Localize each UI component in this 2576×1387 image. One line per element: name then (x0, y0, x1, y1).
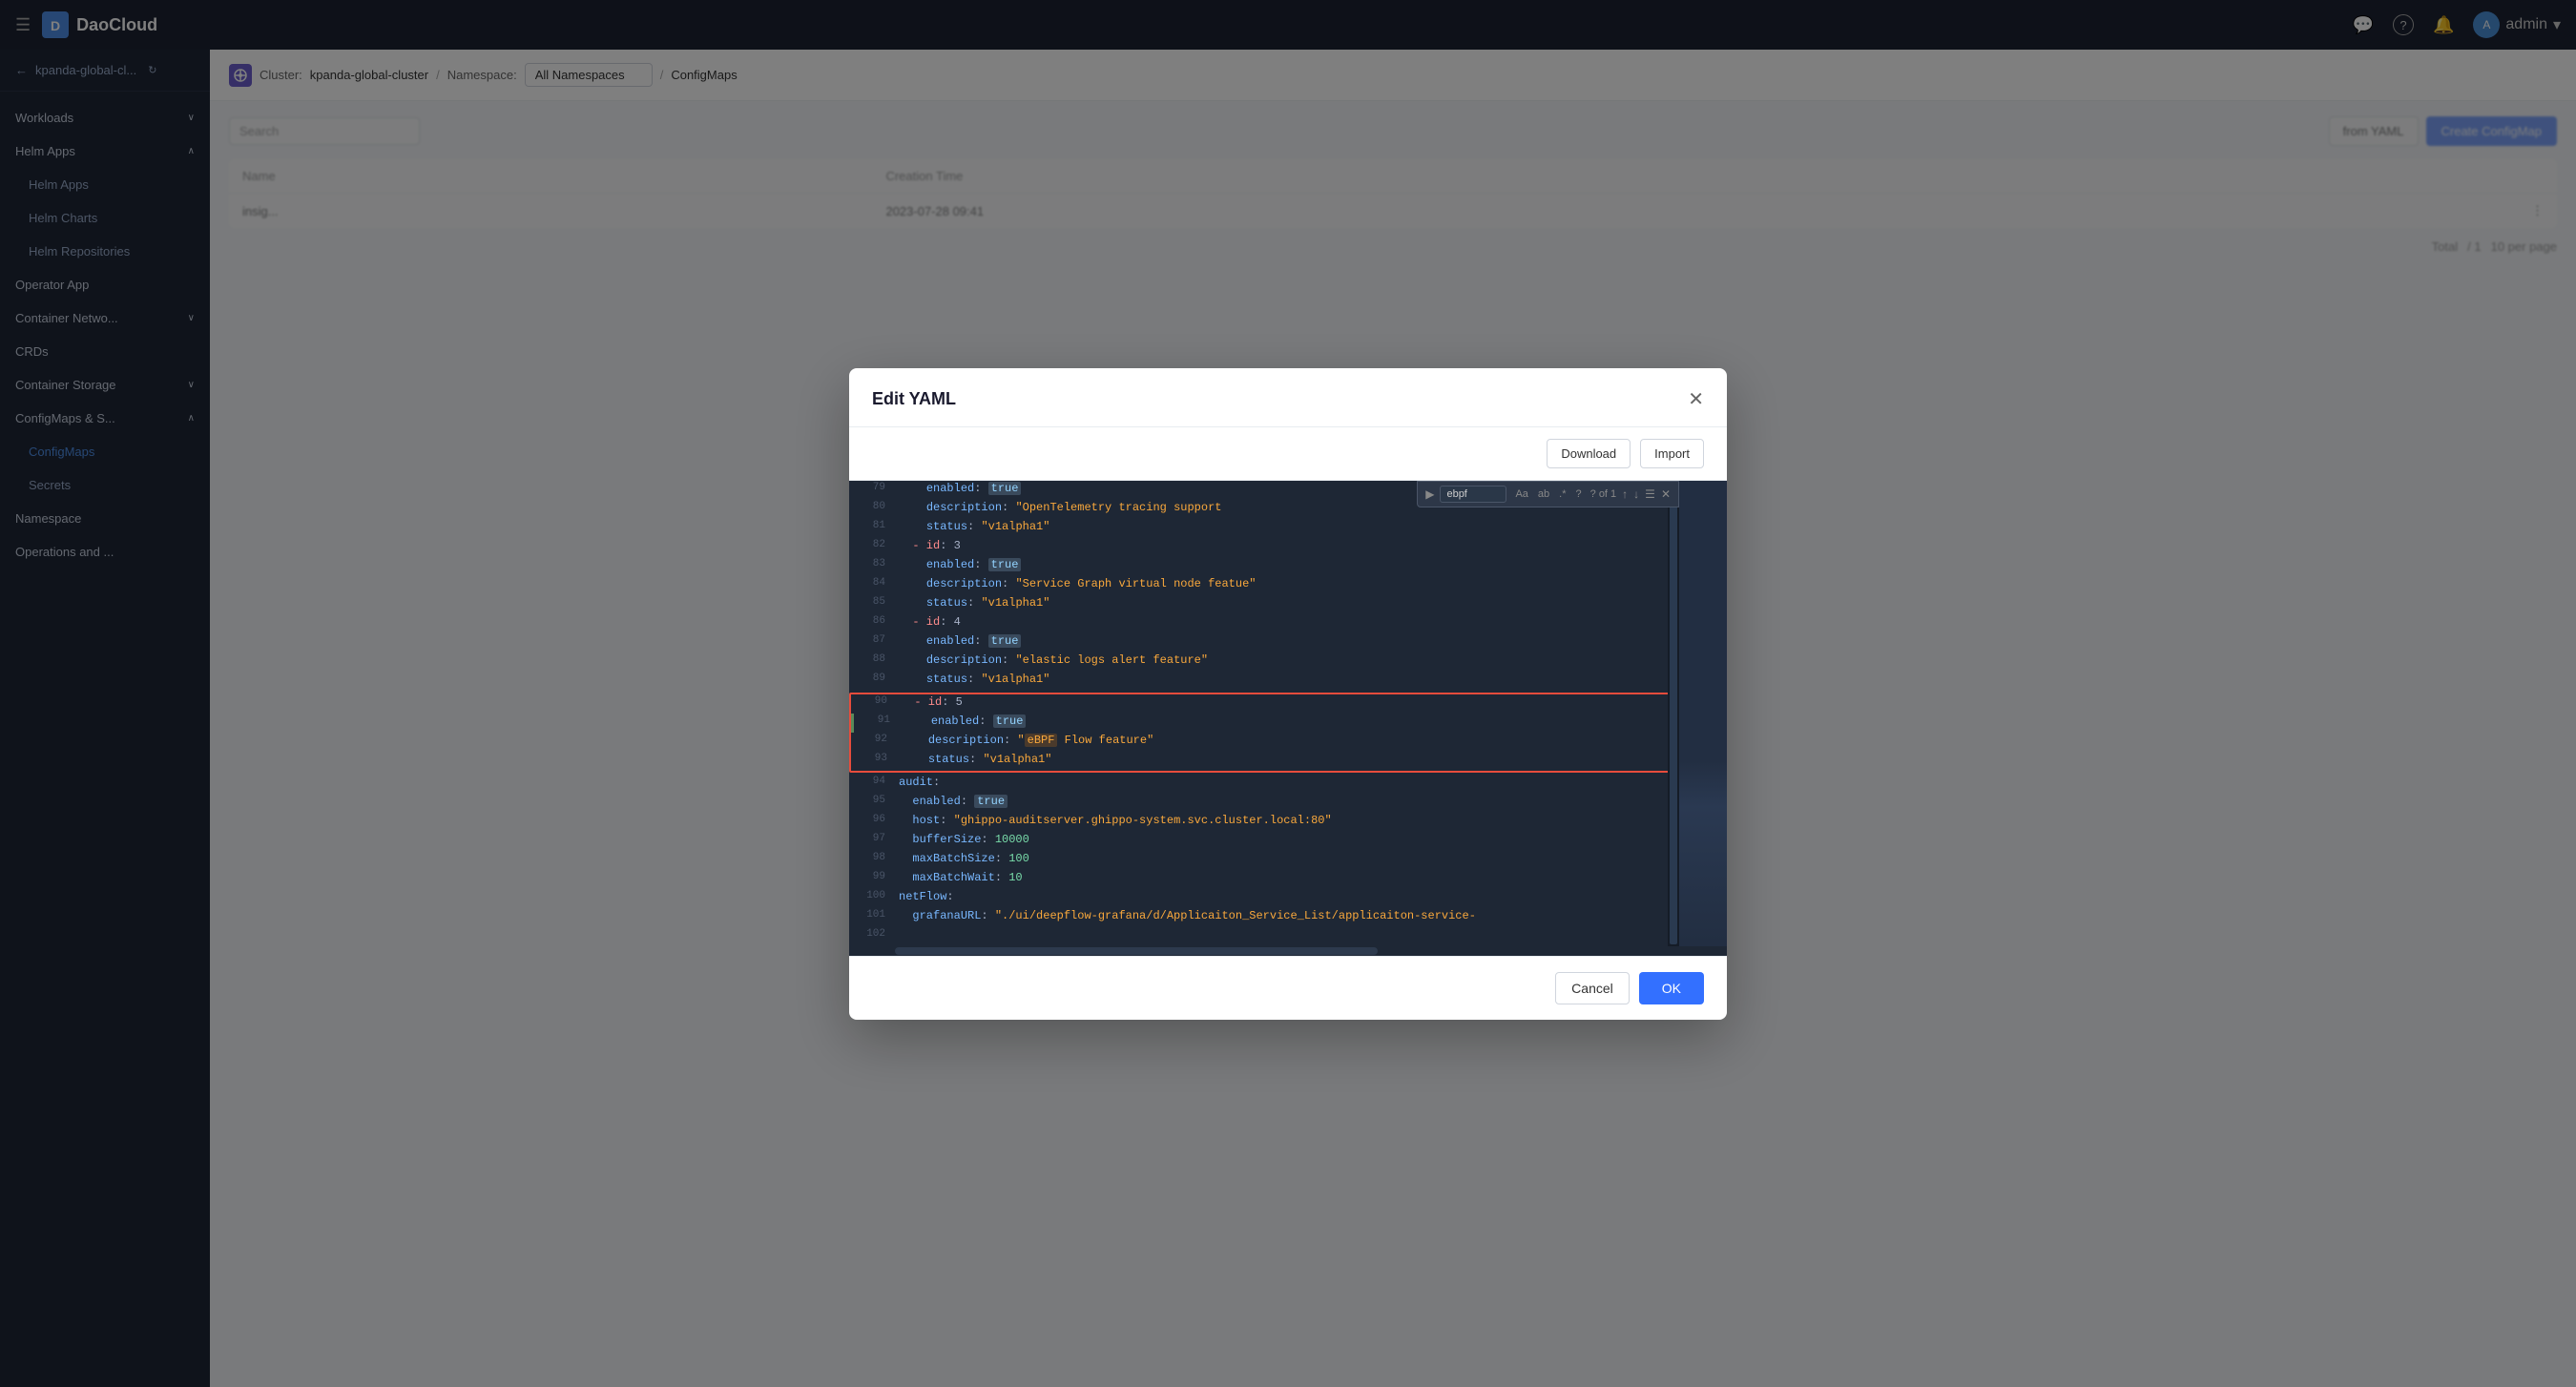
ok-button[interactable]: OK (1639, 972, 1704, 1004)
code-line-82: 82 - id: 3 (849, 538, 1679, 557)
code-editor-area: ▶ Aa ab .* ? ? of 1 ↑ ↓ ☰ ✕ (849, 481, 1727, 946)
modal-overlay[interactable]: Edit YAML ✕ Download Import ▶ Aa ab .* ? (0, 0, 2576, 1387)
code-line-81: 81 status: "v1alpha1" (849, 519, 1679, 538)
editor-minimap[interactable] (1668, 481, 1679, 946)
code-editor[interactable]: ▶ Aa ab .* ? ? of 1 ↑ ↓ ☰ ✕ (849, 481, 1679, 946)
case-sensitive-option[interactable]: Aa (1512, 487, 1530, 501)
search-next-icon[interactable]: ↓ (1633, 487, 1639, 501)
code-line-87: 87 enabled: true (849, 633, 1679, 652)
horizontal-scrollbar[interactable] (849, 946, 1727, 956)
modal-close-button[interactable]: ✕ (1688, 387, 1704, 411)
code-line-89: 89 status: "v1alpha1" (849, 672, 1679, 691)
code-line-83: 83 enabled: true (849, 557, 1679, 576)
search-input-field[interactable] (1440, 486, 1506, 503)
modal-header: Edit YAML ✕ (849, 368, 1727, 427)
code-line-93: 93 status: "v1alpha1" (851, 752, 1673, 771)
code-line-86: 86 - id: 4 (849, 614, 1679, 633)
code-line-88: 88 description: "elastic logs alert feat… (849, 652, 1679, 672)
code-line-102: 102 (849, 927, 1679, 946)
code-line-92: 92 description: "eBPF Flow feature" (851, 733, 1673, 752)
code-line-85: 85 status: "v1alpha1" (849, 595, 1679, 614)
code-line-91: 91 enabled: true (851, 714, 1673, 733)
download-button[interactable]: Download (1547, 439, 1631, 468)
code-content[interactable]: 79 enabled: true 80 description: "OpenTe… (849, 481, 1679, 946)
cancel-button[interactable]: Cancel (1555, 972, 1630, 1004)
modal-toolbar: Download Import (849, 427, 1727, 481)
code-line-97: 97 bufferSize: 10000 (849, 832, 1679, 851)
code-line-100: 100 netFlow: (849, 889, 1679, 908)
code-line-95: 95 enabled: true (849, 794, 1679, 813)
modal-title: Edit YAML (872, 389, 956, 409)
word-option[interactable]: ab (1535, 487, 1552, 501)
code-line-96: 96 host: "ghippo-auditserver.ghippo-syst… (849, 813, 1679, 832)
search-close-icon[interactable]: ✕ (1661, 487, 1671, 501)
code-line-84: 84 description: "Service Graph virtual n… (849, 576, 1679, 595)
code-minimap (1679, 481, 1727, 946)
code-line-99: 99 maxBatchWait: 10 (849, 870, 1679, 889)
edit-yaml-modal: Edit YAML ✕ Download Import ▶ Aa ab .* ? (849, 368, 1727, 1020)
search-count: ? of 1 (1590, 488, 1617, 500)
code-line-90: 90 - id: 5 (851, 694, 1673, 714)
unknown-option[interactable]: ? (1573, 487, 1585, 501)
search-options: Aa ab .* ? (1512, 487, 1584, 501)
search-prev-icon[interactable]: ↑ (1622, 487, 1628, 501)
import-button[interactable]: Import (1640, 439, 1704, 468)
code-line-98: 98 maxBatchSize: 100 (849, 851, 1679, 870)
highlighted-block: 90 - id: 5 91 enabled: true 92 descripti… (849, 693, 1675, 773)
code-line-101: 101 grafanaURL: "./ui/deepflow-grafana/d… (849, 908, 1679, 927)
code-search-bar[interactable]: ▶ Aa ab .* ? ? of 1 ↑ ↓ ☰ ✕ (1417, 481, 1679, 507)
search-menu-icon[interactable]: ☰ (1645, 487, 1655, 501)
code-line-94: 94 audit: (849, 775, 1679, 794)
arrow-right-icon: ▶ (1425, 487, 1434, 501)
modal-footer: Cancel OK (849, 956, 1727, 1020)
regex-option[interactable]: .* (1556, 487, 1568, 501)
